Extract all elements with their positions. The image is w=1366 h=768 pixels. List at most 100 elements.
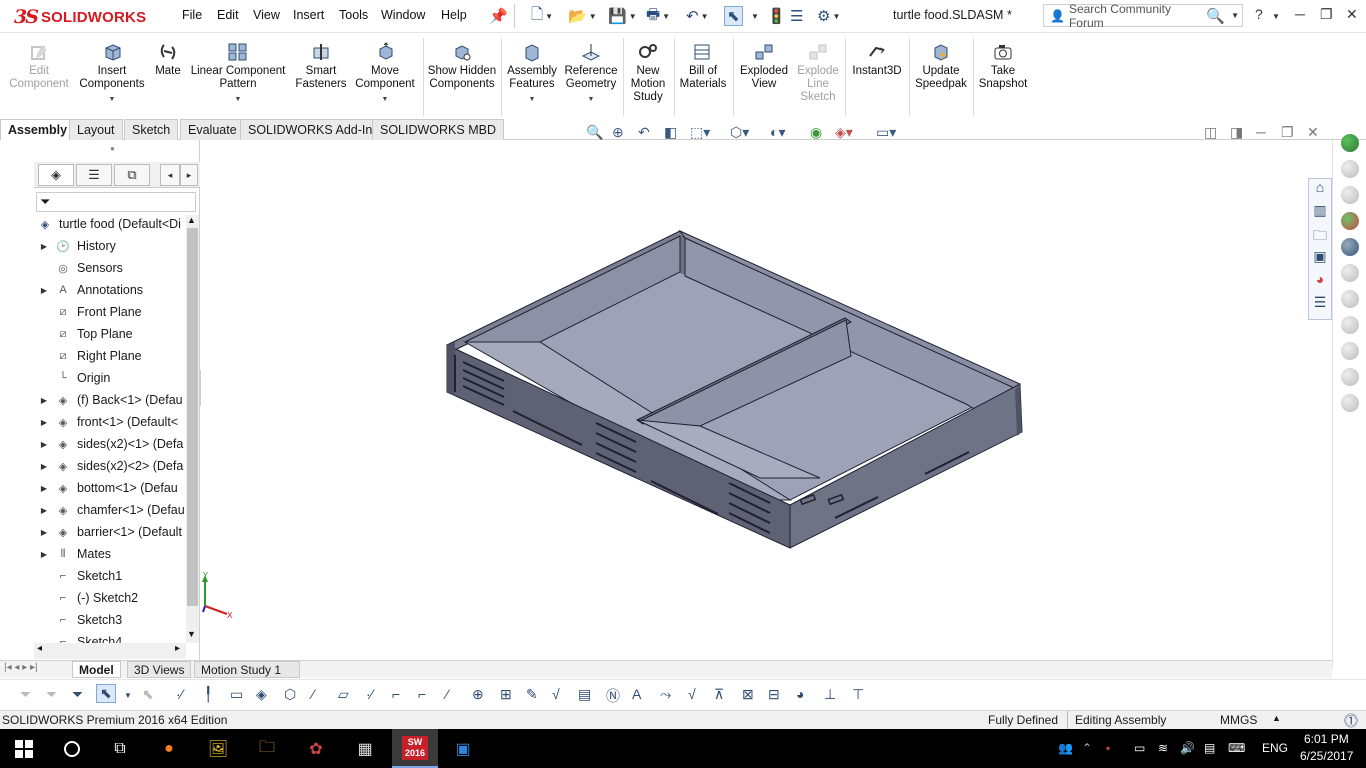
minimize-button[interactable]: ─ [1295, 6, 1305, 22]
message-tray-icon[interactable]: ▭ [1134, 741, 1145, 755]
expand-arrow-icon[interactable]: ▶ [34, 462, 54, 471]
clear-filter-icon[interactable]: ⬉ [142, 686, 154, 703]
filter-faces-icon[interactable]: ▭ [230, 686, 243, 703]
appearance-icon[interactable]: ◉ [810, 124, 822, 141]
tree-item[interactable]: ▶ 🕑 History [34, 235, 186, 257]
tray-expand-icon[interactable]: ⌃ [1082, 741, 1092, 755]
filter-cosmetic-thread-icon[interactable]: ⊟ [768, 686, 780, 703]
wifi-icon[interactable]: ≋ [1158, 741, 1168, 755]
filter-tolerance-icon[interactable]: ⤳ [660, 686, 671, 703]
design-library-icon[interactable] [1341, 160, 1359, 178]
tree-filter-box[interactable]: ⏷ [36, 192, 196, 212]
menu-tools[interactable]: Tools [339, 8, 368, 22]
assembly-features-button[interactable]: Assembly Features ▼ [503, 42, 561, 106]
scroll-down-icon[interactable]: ▼ [187, 629, 196, 639]
expand-arrow-icon[interactable]: ▶ [34, 484, 54, 493]
filter-sketch-segments-icon[interactable]: ⌐ [418, 686, 426, 702]
filter-sketch-icon[interactable]: ⌐ [392, 686, 400, 702]
feature-tree-tab-icon[interactable]: ◈ [38, 164, 74, 186]
tree-item[interactable]: ▶ ⫴ Mates [34, 543, 186, 565]
filter-n-icon[interactable]: Ⓝ [606, 686, 620, 706]
expand-arrow-icon[interactable]: ▶ [34, 286, 54, 295]
task-item-icon[interactable] [1341, 316, 1359, 334]
filter-disabled-icon[interactable]: ⏷ [20, 686, 31, 703]
expand-arrow-icon[interactable]: ▶ [34, 506, 54, 515]
select-arrow-icon[interactable]: ⬉ [724, 6, 743, 26]
bill-of-materials-button[interactable]: Bill of Materials [677, 42, 729, 91]
move-component-button[interactable]: Move Component ▼ [353, 42, 417, 106]
rebuild-icon[interactable]: 🚦 [767, 6, 786, 26]
tabs-scroll-left-icon[interactable]: ◂ [160, 164, 180, 186]
folder-icon[interactable]: 🗀 [1309, 225, 1331, 248]
smart-fasteners-button[interactable]: Smart Fasteners [292, 42, 350, 91]
photos-icon[interactable]: 🖼 [204, 736, 232, 762]
search-dropdown-icon[interactable]: ▼ [1231, 11, 1239, 20]
view-palette-icon[interactable] [1341, 212, 1359, 230]
tree-item[interactable]: ▶ ◈ sides(x2)<2> (Defa [34, 455, 186, 477]
panel-grip-icon[interactable]: ● [110, 144, 115, 153]
appearances-icon[interactable] [1341, 238, 1359, 256]
menu-edit[interactable]: Edit [217, 8, 239, 22]
tree-item[interactable]: ▶ ◈ sides(x2)<1> (Defa [34, 433, 186, 455]
dropdown-arrow-icon[interactable]: ▼ [562, 93, 620, 106]
sw-tray-icon[interactable]: ▪ [1106, 741, 1110, 755]
tree-item[interactable]: └ Origin [34, 367, 186, 389]
menu-insert[interactable]: Insert [293, 8, 324, 22]
clock-date[interactable]: 6/25/2017 [1300, 749, 1353, 763]
view-palette-tab-icon[interactable]: ▣ [1309, 248, 1331, 271]
zoom-to-fit-icon[interactable]: 🔍 [586, 124, 603, 141]
menu-help[interactable]: Help [441, 8, 467, 22]
restore-button[interactable]: ❐ [1320, 6, 1333, 23]
dropdown-arrow-icon[interactable]: ▼ [188, 93, 288, 106]
tree-item[interactable]: ⧄ Front Plane [34, 301, 186, 323]
viewport-minimize-icon[interactable]: ─ [1256, 124, 1266, 140]
filter-funnel-icon[interactable]: ⏷ [40, 194, 50, 210]
units-selector[interactable]: MMGS [1220, 713, 1257, 727]
tree-item[interactable]: ⌐ (-) Sketch2 [34, 587, 186, 609]
filter-surfaces-icon[interactable]: ◈ [256, 686, 267, 703]
menu-file[interactable]: File [182, 8, 202, 22]
tree-scrollbar-thumb[interactable] [187, 228, 198, 606]
filter-datum-target-icon[interactable]: ⊠ [742, 686, 754, 703]
search-input[interactable]: Search Community Forum [1069, 2, 1206, 30]
explode-line-sketch-button[interactable]: Explode Line Sketch [794, 42, 842, 104]
tab-assembly[interactable]: Assembly [0, 119, 76, 140]
display-style-icon[interactable]: ◐▾ [770, 124, 785, 141]
tab-mbd[interactable]: SOLIDWORKS MBD [372, 119, 504, 140]
expand-arrow-icon[interactable]: ▶ [34, 528, 54, 537]
solidworks-resources-icon[interactable] [1341, 134, 1359, 152]
section-view-icon[interactable]: ◧ [664, 124, 677, 141]
menu-view[interactable]: View [253, 8, 280, 22]
filter-surface-finish-icon[interactable]: √ [688, 686, 696, 702]
tree-item[interactable]: ⧄ Right Plane [34, 345, 186, 367]
dynamic-annotation-icon[interactable]: ⬚▾ [690, 124, 710, 141]
help-dropdown-icon[interactable]: ▼ [1272, 12, 1280, 21]
language-indicator[interactable]: ENG [1262, 741, 1288, 755]
filter-all-icon[interactable]: ⏷ [72, 686, 83, 703]
windows-start-icon[interactable] [10, 736, 38, 762]
options-gear-icon[interactable]: ⚙ ▼ [817, 6, 840, 26]
expand-arrow-icon[interactable]: ▶ [34, 242, 54, 251]
tree-item[interactable]: ▶ ◈ chamfer<1> (Defau [34, 499, 186, 521]
volume-icon[interactable]: 🔊 [1180, 741, 1195, 755]
help-icon[interactable]: ? [1255, 6, 1263, 22]
filter-points-icon[interactable]: ·⁄ [366, 686, 373, 702]
tabs-scroll-right-icon[interactable]: ▸ [180, 164, 198, 186]
view-orientation-icon[interactable]: ⬡▾ [730, 124, 749, 141]
filter-toggle-icon[interactable]: ⏷ [46, 686, 57, 703]
filter-center-mark-icon[interactable]: ◕ [796, 686, 804, 702]
clock-time[interactable]: 6:01 PM [1304, 732, 1349, 746]
tab-model[interactable]: Model [72, 661, 121, 678]
edit-component-button[interactable]: Edit Component [6, 42, 72, 91]
filter-midpoints-icon[interactable]: ⁄ [446, 686, 448, 702]
tab-motion-study[interactable]: Motion Study 1 [194, 661, 300, 678]
tree-item[interactable]: ▶ ◈ barrier<1> (Default [34, 521, 186, 543]
tree-item[interactable]: ⌐ Sketch1 [34, 565, 186, 587]
filter-welds-icon[interactable]: √ [552, 686, 560, 702]
open-icon[interactable]: 📂 ▼ [568, 6, 597, 26]
task-item-icon[interactable] [1341, 290, 1359, 308]
viewport-tile-right-icon[interactable]: ◨ [1230, 124, 1243, 141]
viewport-close-icon[interactable]: ✕ [1307, 124, 1319, 141]
task-item-icon[interactable] [1341, 342, 1359, 360]
save-icon[interactable]: 💾 ▼ [608, 6, 637, 26]
